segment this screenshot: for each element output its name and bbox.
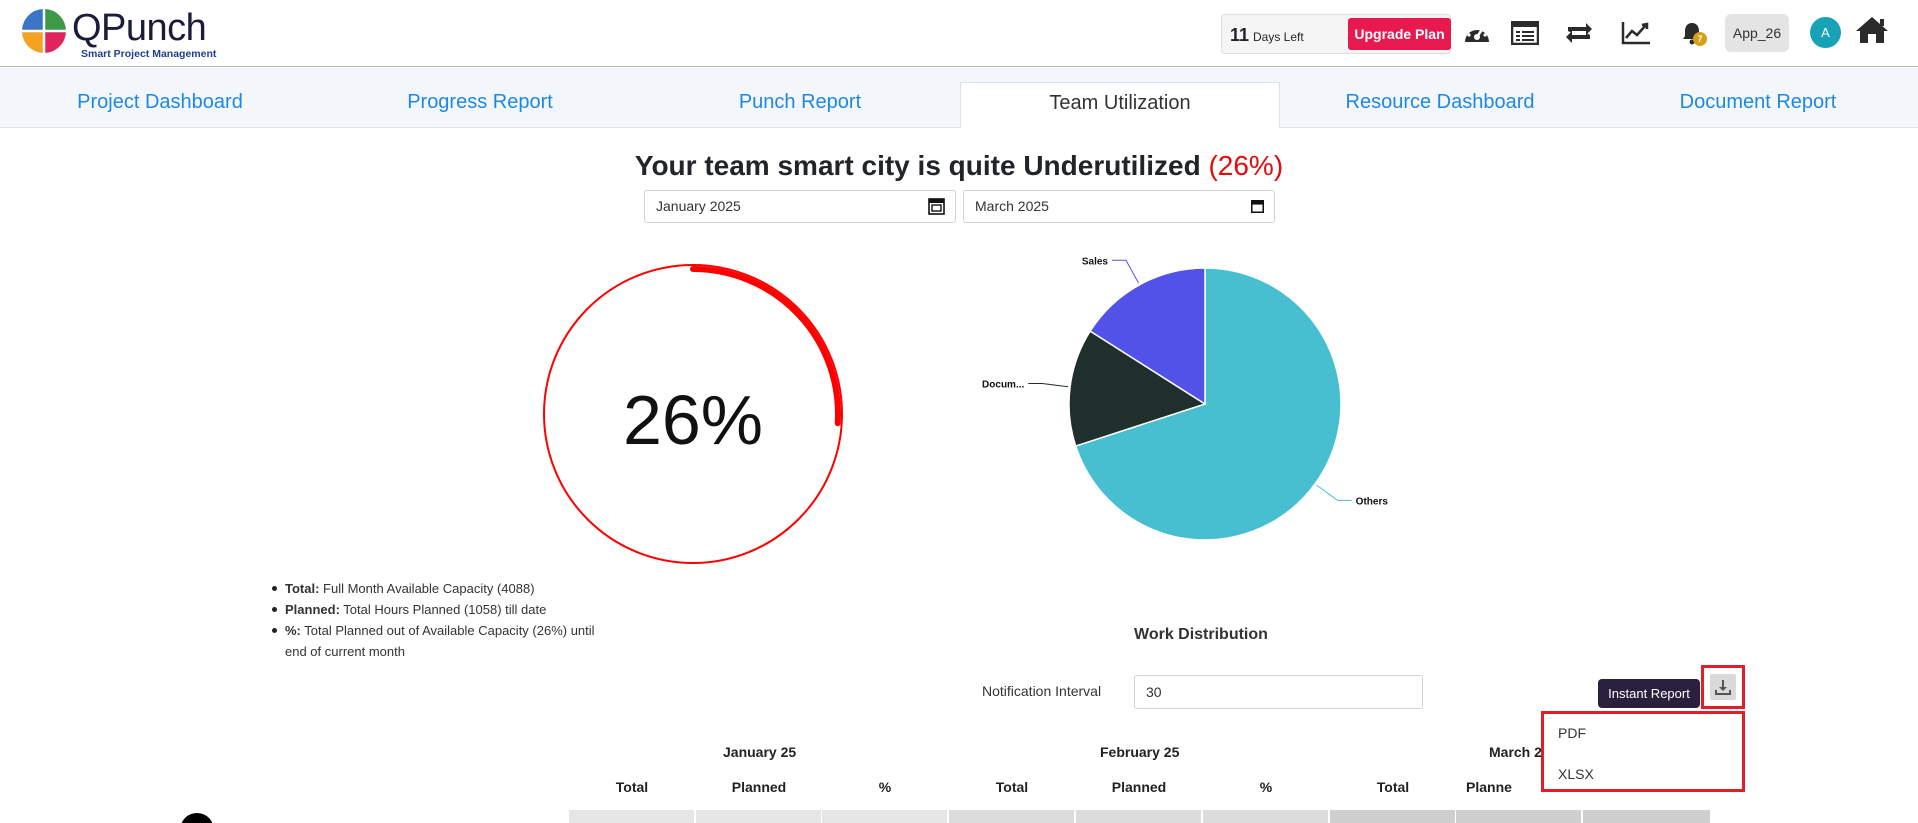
tab-project-dashboard[interactable]: Project Dashboard (0, 82, 320, 128)
work-distribution-title: Work Distribution (1134, 626, 1268, 643)
home-icon[interactable] (1855, 13, 1889, 47)
table-row (1330, 810, 1455, 823)
table-row (1203, 810, 1328, 823)
legend-item-planned: Planned: Total Hours Planned (1058) till… (270, 599, 610, 620)
notification-count-badge: 7 (1693, 32, 1707, 46)
pie-leader-line-2 (1111, 259, 1139, 284)
month-header-february: February 25 (1100, 744, 1180, 760)
col-header-total: Total (615, 779, 649, 795)
bell-icon[interactable]: 7 (1675, 16, 1709, 50)
trial-days-box: 11 Days Left Upgrade Plan (1221, 14, 1451, 54)
list-icon[interactable] (1508, 16, 1542, 50)
table-row (1076, 810, 1201, 823)
col-header-total: Total (995, 779, 1029, 795)
table-row (949, 810, 1074, 823)
month-header-march: March 2 (1489, 744, 1542, 760)
work-distribution-pie: Others Docum... Sales (982, 256, 1389, 541)
legend-item-total: Total: Full Month Available Capacity (40… (270, 578, 610, 599)
table-row (696, 810, 821, 823)
logo-mark-icon (22, 9, 66, 53)
download-icon (1710, 674, 1736, 700)
logo-name: QPunch (72, 7, 207, 49)
app-selector-chip[interactable]: App_26 (1725, 14, 1789, 52)
days-left-label: Days Left (1253, 30, 1304, 44)
tab-punch-report[interactable]: Punch Report (640, 82, 960, 128)
days-left-count: 11 (1230, 25, 1250, 45)
table-row (1456, 810, 1581, 823)
start-month-value: January 2025 (656, 198, 741, 214)
table-row (1583, 810, 1710, 823)
download-xlsx-option[interactable]: XLSX (1558, 766, 1594, 782)
tab-document-report[interactable]: Document Report (1598, 82, 1918, 128)
start-month-input[interactable]: January 2025 (644, 190, 956, 223)
col-header-planned: Planned (731, 779, 787, 795)
qpunch-logo[interactable]: QPunch Smart Project Management (22, 7, 262, 60)
legend-item-percent: %: Total Planned out of Available Capaci… (270, 620, 610, 662)
floating-action-button[interactable] (180, 813, 214, 823)
tab-team-utilization[interactable]: Team Utilization (960, 82, 1280, 129)
notification-interval-label: Notification Interval (982, 683, 1102, 699)
end-month-value: March 2025 (975, 198, 1049, 214)
month-header-january: January 25 (723, 744, 797, 760)
calendar-icon[interactable] (1251, 200, 1264, 213)
top-header: QPunch Smart Project Management 11 Days … (0, 0, 1918, 67)
gauge-percent-label: 26% (622, 381, 764, 459)
user-avatar[interactable]: A (1810, 17, 1841, 48)
download-pdf-option[interactable]: PDF (1558, 725, 1586, 741)
col-header-planned: Planne (1466, 779, 1512, 795)
logo-tagline: Smart Project Management (81, 48, 217, 60)
trend-chart-icon[interactable] (1619, 16, 1653, 50)
calendar-icon[interactable] (928, 198, 945, 215)
table-row (569, 810, 694, 823)
pie-label-2: Sales (1082, 256, 1109, 267)
pie-label-0: Others (1356, 496, 1389, 507)
tab-resource-dashboard[interactable]: Resource Dashboard (1280, 82, 1600, 128)
col-header-percent: % (1259, 779, 1273, 795)
tab-progress-report[interactable]: Progress Report (320, 82, 640, 128)
pie-leader-line-1 (1028, 382, 1069, 388)
capacity-legend: Total: Full Month Available Capacity (40… (270, 578, 610, 662)
pie-label-1: Docum... (982, 379, 1024, 390)
download-report-button[interactable] (1701, 665, 1745, 709)
end-month-input[interactable]: March 2025 (963, 190, 1275, 223)
app-root: QPunch Smart Project Management 11 Days … (0, 0, 1918, 823)
report-tabs: Project Dashboard Progress Report Punch … (0, 68, 1918, 129)
notification-interval-input[interactable]: 30 (1134, 675, 1423, 709)
col-header-percent: % (878, 779, 892, 795)
upgrade-plan-button[interactable]: Upgrade Plan (1348, 18, 1451, 50)
download-format-dropdown: PDF XLSX (1541, 711, 1745, 792)
pie-leader-line-0 (1316, 484, 1352, 501)
utilization-percent: (26%) (1208, 150, 1284, 181)
col-header-planned: Planned (1111, 779, 1167, 795)
dashboard-gauge-icon[interactable] (1460, 16, 1494, 50)
page-title-text: Your team smart city is quite Underutili… (634, 150, 1201, 181)
page-title: Your team smart city is quite Underutili… (0, 150, 1918, 182)
instant-report-button[interactable]: Instant Report (1598, 679, 1700, 708)
table-row (822, 810, 947, 823)
col-header-total: Total (1376, 779, 1410, 795)
sync-icon[interactable] (1562, 16, 1596, 50)
